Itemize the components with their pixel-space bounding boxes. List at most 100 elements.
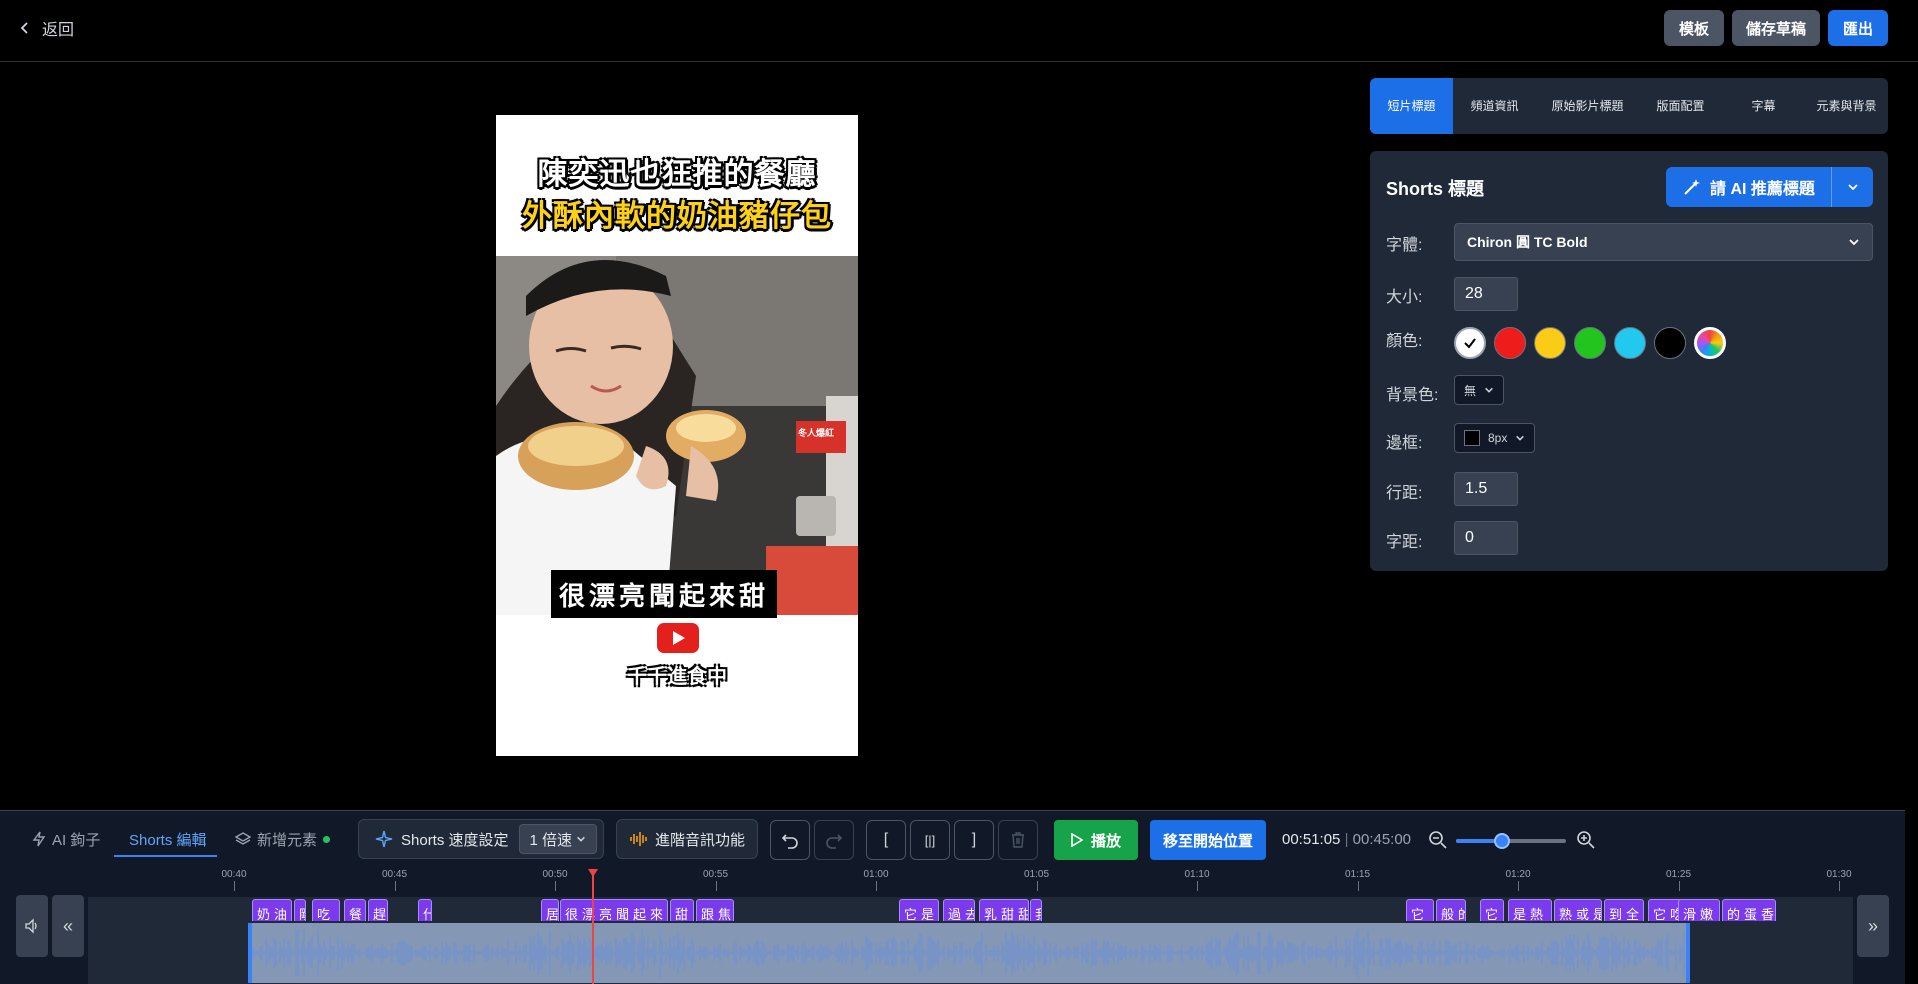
ruler-tick-label: 01:20	[1505, 869, 1531, 880]
tab-add-element-label: 新增元素	[257, 831, 318, 849]
ruler-tick	[1357, 881, 1359, 891]
border-value: 8px	[1488, 431, 1508, 445]
zoom-slider[interactable]	[1456, 833, 1566, 849]
preview-title-line1: 陳奕迅也狂推的餐廳	[537, 158, 817, 191]
youtube-logo-icon	[657, 623, 699, 653]
audio-track	[88, 921, 1853, 984]
timecode: 00:51:05 | 00:45:00	[1282, 831, 1412, 848]
ai-suggest-title-button[interactable]: 請 AI 推薦標題	[1666, 167, 1873, 207]
ruler-tick	[1839, 881, 1840, 891]
playhead[interactable]	[592, 871, 594, 984]
tab-ai-hook-label: AI 鉤子	[52, 831, 101, 849]
ruler-tick-label: 00:50	[542, 869, 568, 880]
line-height-label: 行距:	[1386, 485, 1423, 502]
speed-label: Shorts 速度設定	[401, 831, 509, 849]
preview-subtitle: 很漂亮聞起來甜	[551, 570, 778, 618]
font-label: 字體:	[1386, 237, 1423, 254]
zoom-in-icon[interactable]	[1576, 830, 1596, 850]
color-swatch-green[interactable]	[1574, 327, 1606, 359]
speed-select[interactable]: 1 倍速	[518, 824, 597, 854]
audio-waveform-icon	[630, 832, 647, 846]
chevron-down-icon	[1485, 387, 1493, 393]
top-bar: 返回 模板 儲存草稿 匯出	[0, 0, 1918, 62]
scroll-left-button[interactable]: «	[52, 895, 84, 957]
ruler-tick	[715, 881, 717, 891]
tab-captions[interactable]: 字幕	[1722, 78, 1805, 134]
double-chevron-left-icon: «	[62, 915, 73, 936]
ruler-tick-label: 01:15	[1344, 869, 1371, 880]
tab-shorts-edit[interactable]: Shorts 編輯	[129, 821, 207, 857]
template-button[interactable]: 模板	[1664, 10, 1724, 46]
tab-ai-hook[interactable]: AI 鉤子	[32, 821, 100, 857]
redo-button[interactable]	[814, 820, 854, 860]
sign-text: 冬人爆紅	[798, 428, 835, 438]
set-in-point-button[interactable]: [	[866, 820, 906, 860]
undo-button[interactable]	[770, 820, 810, 860]
set-out-point-button[interactable]: ]	[954, 820, 994, 860]
play-label: 播放	[1090, 832, 1121, 850]
new-dot-icon	[323, 835, 331, 843]
ruler-tick-label: 01:00	[863, 869, 889, 880]
color-swatch-red[interactable]	[1494, 327, 1526, 359]
size-label: 大小:	[1386, 289, 1423, 306]
lightning-icon	[32, 831, 46, 847]
color-swatch-white[interactable]	[1454, 327, 1486, 359]
audio-selection[interactable]	[248, 923, 1690, 983]
audio-waveform	[251, 928, 1685, 978]
check-icon	[1464, 338, 1476, 349]
ai-suggest-dropdown[interactable]	[1832, 167, 1873, 207]
tab-short-title[interactable]: 短片標題	[1370, 78, 1453, 134]
split-button[interactable]: [|]	[910, 820, 950, 860]
zoom-out-icon[interactable]	[1428, 830, 1448, 850]
go-to-start-button[interactable]: 移至開始位置	[1150, 820, 1266, 860]
chevron-down-icon	[576, 836, 585, 842]
preview-channel-name: 千千進食中	[627, 666, 727, 688]
current-time: 00:51:05	[1282, 831, 1341, 848]
timeline-editor: AI 鉤子 Shorts 編輯 新增元素 Shorts 速度設定 1 倍速 進階…	[0, 810, 1905, 984]
color-swatch-yellow[interactable]	[1534, 327, 1566, 359]
scroll-right-button[interactable]: »	[1857, 895, 1889, 957]
export-button[interactable]: 匯出	[1828, 10, 1888, 46]
ruler-tick-label: 01:05	[1023, 869, 1050, 880]
zoom-slider-thumb[interactable]	[1494, 833, 1511, 849]
color-swatch-cyan[interactable]	[1614, 327, 1646, 359]
delete-button[interactable]	[998, 820, 1038, 860]
ruler-tick-label: 01:30	[1826, 869, 1852, 880]
bg-color-select[interactable]: 無	[1454, 375, 1505, 405]
advanced-audio-button[interactable]: 進階音訊功能	[616, 819, 758, 859]
color-swatch-black[interactable]	[1654, 327, 1686, 359]
ruler-tick-label: 00:45	[381, 869, 408, 880]
settings-tabs: 短片標題 頻道資訊 原始影片標題 版面配置 字幕 元素與背景	[1370, 78, 1888, 134]
font-select[interactable]: Chiron 圓 TC Bold	[1454, 223, 1873, 261]
line-height-input[interactable]: 1.5	[1454, 472, 1518, 506]
size-input[interactable]: 28	[1454, 277, 1518, 311]
ruler-tick-label: 00:55	[702, 869, 729, 880]
chevron-down-icon	[1847, 184, 1858, 191]
panel-title: Shorts 標題	[1386, 179, 1485, 199]
custom-color-picker-icon[interactable]	[1694, 327, 1726, 359]
ruler-tick	[555, 881, 556, 891]
tab-elements-background[interactable]: 元素與背景	[1805, 78, 1888, 134]
ruler-tick	[1197, 881, 1198, 891]
tab-add-element[interactable]: 新增元素	[235, 821, 331, 857]
ruler-tick	[1518, 881, 1519, 891]
tab-original-title[interactable]: 原始影片標題	[1536, 78, 1639, 134]
timeline-ruler[interactable]: 00:40 00:45 00:50 00:55 01:00 01:05 01:10 01:15…	[88, 869, 1853, 895]
trash-icon	[1012, 832, 1024, 848]
save-draft-button[interactable]: 儲存草稿	[1732, 10, 1820, 46]
video-preview[interactable]: 陳奕迅也狂推的餐廳 外酥內軟的奶油豬仔包 冬人爆紅 很漂亮聞起來甜 千千進食中	[496, 115, 858, 756]
ai-suggest-label: 請 AI 推薦標題	[1710, 181, 1815, 198]
ruler-tick-label: 01:10	[1184, 869, 1210, 880]
volume-button[interactable]	[16, 895, 48, 957]
tab-layout[interactable]: 版面配置	[1639, 78, 1722, 134]
layers-icon	[235, 832, 251, 845]
bg-color-value: 無	[1464, 383, 1477, 398]
advanced-audio-label: 進階音訊功能	[654, 831, 745, 849]
back-button[interactable]: 返回	[18, 16, 74, 40]
border-color-swatch	[1464, 430, 1480, 446]
border-select[interactable]: 8px	[1454, 423, 1536, 453]
tab-channel-info[interactable]: 頻道資訊	[1453, 78, 1536, 134]
letter-spacing-input[interactable]: 0	[1454, 521, 1518, 555]
play-icon	[1071, 833, 1083, 847]
play-button[interactable]: 播放	[1054, 820, 1138, 860]
